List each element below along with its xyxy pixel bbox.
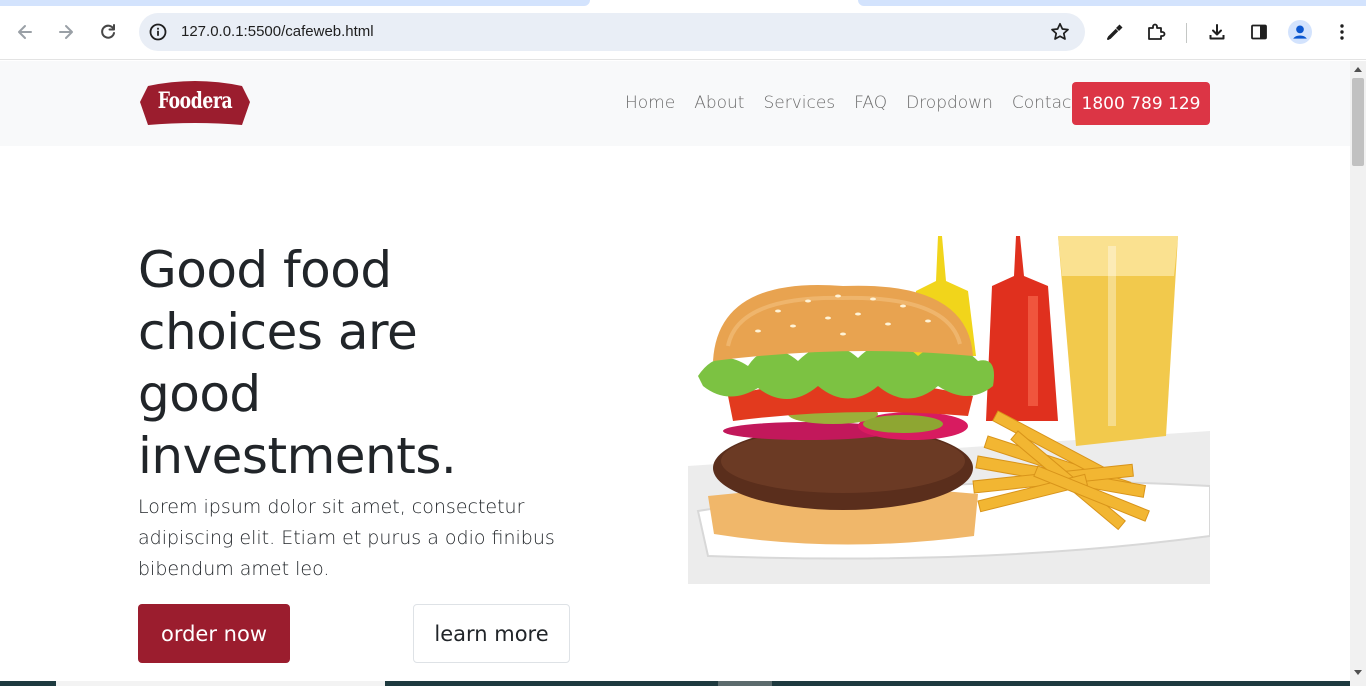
site-logo[interactable]: Foodera: [138, 80, 252, 128]
nav-menu: Home About Services FAQ Dropdown Contact: [625, 93, 1097, 113]
next-section-edge: [0, 681, 1350, 686]
side-panel-icon: [1251, 24, 1267, 40]
page-scrollbar[interactable]: [1350, 61, 1366, 686]
scrollbar-thumb[interactable]: [1352, 78, 1364, 166]
nav-link-contact[interactable]: Contact: [1012, 93, 1078, 113]
toolbar-divider: [1186, 23, 1187, 43]
nav-link-home[interactable]: Home: [625, 93, 675, 113]
back-arrow-icon: [18, 25, 32, 39]
forward-button[interactable]: [49, 15, 83, 49]
downloads-button[interactable]: [1200, 15, 1234, 49]
page-viewport: Foodera Home About Services FAQ Dropdown…: [0, 61, 1350, 686]
logo-text: Foodera: [157, 88, 233, 114]
burger-illustration: [688, 236, 1210, 584]
hero-title-line: good: [138, 365, 261, 423]
phone-number-button[interactable]: 1800 789 129: [1072, 82, 1210, 125]
back-button[interactable]: [8, 15, 42, 49]
hero-title: Good food choices are good investments.: [138, 239, 558, 487]
order-now-button[interactable]: order now: [138, 604, 290, 663]
address-bar[interactable]: 127.0.0.1:5500/cafeweb.html: [139, 13, 1085, 51]
download-icon: [1209, 24, 1225, 40]
url-text[interactable]: 127.0.0.1:5500/cafeweb.html: [181, 23, 374, 40]
learn-more-button[interactable]: learn more: [413, 604, 570, 663]
hero-food-image: [688, 236, 1210, 584]
hero-title-line: Good food: [138, 241, 392, 299]
nav-link-about[interactable]: About: [694, 93, 744, 113]
eyedropper-icon: [1107, 24, 1123, 40]
browser-toolbar: 127.0.0.1:5500/cafeweb.html: [0, 6, 1366, 60]
nav-link-dropdown[interactable]: Dropdown: [906, 93, 993, 113]
profile-button[interactable]: [1283, 15, 1317, 49]
site-navbar: Foodera Home About Services FAQ Dropdown…: [0, 61, 1350, 146]
reload-button[interactable]: [91, 15, 125, 49]
profile-avatar-icon: [1288, 20, 1312, 44]
scroll-up-arrow-icon[interactable]: [1354, 67, 1362, 72]
reload-icon: [101, 24, 115, 39]
site-info-icon[interactable]: [148, 22, 168, 42]
nav-link-faq[interactable]: FAQ: [854, 93, 887, 113]
browser-menu-button[interactable]: [1325, 15, 1359, 49]
puzzle-piece-icon: [1148, 23, 1166, 40]
hero-title-line: investments.: [138, 427, 457, 485]
scroll-down-arrow-icon[interactable]: [1354, 670, 1362, 675]
kebab-menu-icon: [1340, 24, 1344, 40]
bookmark-star-icon[interactable]: [1049, 21, 1071, 43]
forward-arrow-icon: [59, 25, 73, 39]
extensions-button[interactable]: [1139, 15, 1173, 49]
ketchup-bottle: [986, 236, 1058, 421]
side-panel-button[interactable]: [1242, 15, 1276, 49]
nav-link-services[interactable]: Services: [763, 93, 835, 113]
hero-description: Lorem ipsum dolor sit amet, consectetur …: [138, 496, 555, 580]
hero-title-line: choices are: [138, 303, 418, 361]
eyedropper-extension-button[interactable]: [1098, 15, 1132, 49]
